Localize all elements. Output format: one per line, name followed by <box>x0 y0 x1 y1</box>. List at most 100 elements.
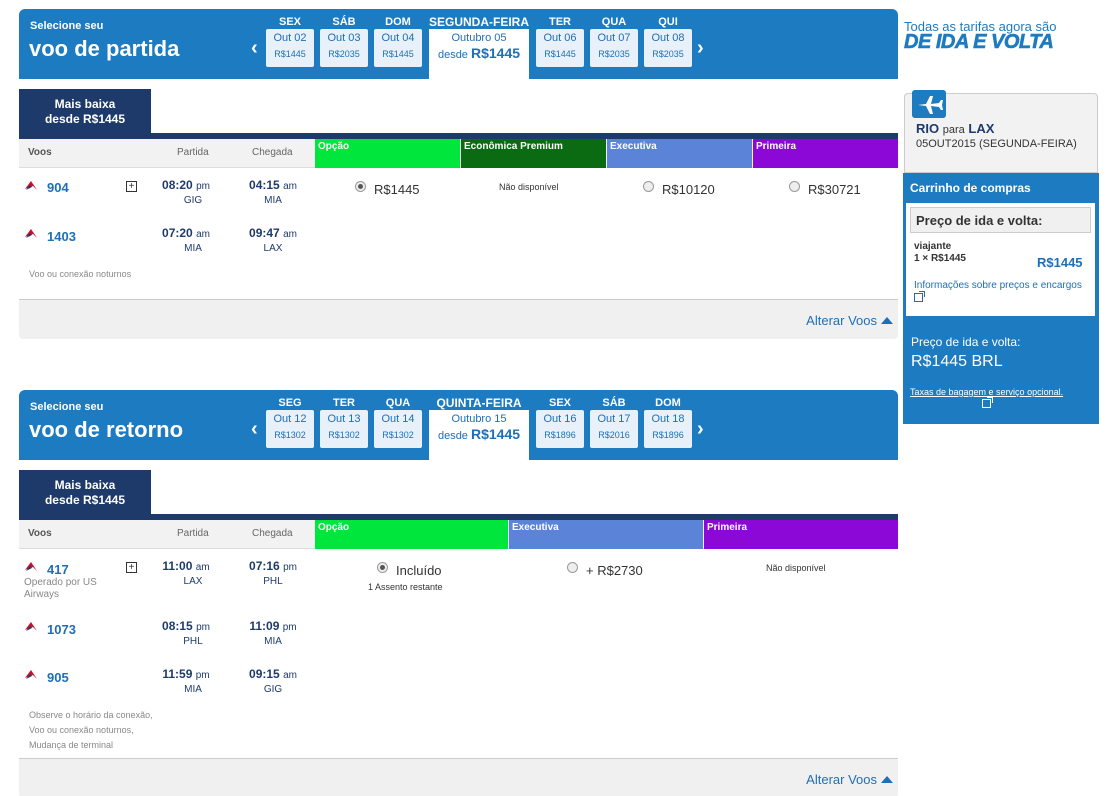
cabin-primeira: Primeira <box>753 139 898 168</box>
aa-logo-icon <box>25 670 37 679</box>
outbound-lowest-tab[interactable]: Mais baixa desde R$1445 <box>19 89 151 133</box>
fare-radio-opcao[interactable] <box>355 181 366 192</box>
outbound-small-title: Selecione seu <box>30 20 104 32</box>
aa-logo-icon <box>25 562 37 571</box>
cabin-opcao: Opção <box>315 139 460 168</box>
arrival-time: 04:15 am <box>233 178 313 192</box>
date-day: Out 04 <box>381 32 415 44</box>
outbound-next-arrow[interactable]: › <box>697 37 704 60</box>
date-day: Out 18 <box>651 413 685 425</box>
cabin-executiva: Executiva <box>607 139 752 168</box>
inbound-date-0[interactable]: SEG Out 12 R$1302 <box>266 396 314 448</box>
traveler-count: 1 × R$1445 <box>914 253 966 264</box>
col-partida: Partida <box>177 528 209 539</box>
fare-radio-primeira[interactable] <box>789 181 800 192</box>
flight-number[interactable]: 1073 <box>47 622 76 637</box>
external-link-icon <box>982 397 994 408</box>
price-info-link[interactable]: Informações sobre preços e encargos <box>914 279 1089 305</box>
route-from: RIO <box>916 121 940 136</box>
outbound-prev-arrow[interactable]: ‹ <box>251 37 258 60</box>
expand-details-icon[interactable]: + <box>126 181 137 192</box>
date-day: Out 13 <box>327 413 361 425</box>
date-day: Out 08 <box>651 32 685 44</box>
date-dow: DOM <box>385 16 411 28</box>
date-dow: SEG <box>278 397 302 409</box>
airplane-icon <box>912 90 946 118</box>
date-dow: SEX <box>548 397 571 409</box>
date-dow: QUA <box>385 397 411 409</box>
outbound-date-3[interactable]: TER Out 06 R$1445 <box>536 15 584 67</box>
dep-time: 11:59 <box>162 667 193 681</box>
departure-time: 08:15 pm <box>146 619 226 633</box>
aa-logo-icon <box>25 622 37 631</box>
outbound-date-0[interactable]: SEX Out 02 R$1445 <box>266 15 314 67</box>
route-to: LAX <box>968 121 995 136</box>
date-price: R$2035 <box>328 49 360 59</box>
route-date: 05OUT2015 (SEGUNDA-FEIRA) <box>916 138 1077 150</box>
cabin-primeira: Primeira <box>704 520 898 549</box>
dep-time: 08:20 <box>162 178 193 192</box>
fare-executiva: + R$2730 <box>586 563 643 578</box>
inbound-date-1[interactable]: TER Out 13 R$1302 <box>320 396 368 448</box>
arr-ampm: pm <box>282 622 297 633</box>
fare-radio-executiva[interactable] <box>643 181 654 192</box>
outbound-table-header: Voos Partida Chegada Opção Econômica Pre… <box>19 139 898 168</box>
outbound-date-5[interactable]: QUI Out 08 R$2035 <box>644 15 692 67</box>
outbound-date-4[interactable]: QUA Out 07 R$2035 <box>590 15 638 67</box>
fare-executiva: R$10120 <box>662 182 715 197</box>
dep-ampm: pm <box>196 181 210 192</box>
inbound-next-arrow[interactable]: › <box>697 418 704 441</box>
traveler-label: viajante <box>914 241 952 252</box>
caret-up-icon <box>881 776 893 783</box>
fare-opcao: Incluído <box>396 563 442 578</box>
inbound-date-2[interactable]: QUA Out 14 R$1302 <box>374 396 422 448</box>
selected-price: R$1445 <box>471 426 521 442</box>
alter-flights-link[interactable]: Alterar Voos <box>806 772 893 787</box>
date-price: R$1445 <box>382 49 414 59</box>
arr-ampm: am <box>283 181 297 192</box>
promo-line2: DE IDA E VOLTA <box>904 31 1054 54</box>
flight-number[interactable]: 1403 <box>47 229 76 244</box>
inbound-selected-date[interactable]: QUINTA-FEIRA Outubro 15 desde R$1445 <box>429 396 529 460</box>
outbound-date-1[interactable]: SÁB Out 03 R$2035 <box>320 15 368 67</box>
date-day: Out 14 <box>381 413 415 425</box>
col-chegada: Chegada <box>252 147 293 158</box>
lowest-line1: Mais baixa <box>54 478 116 492</box>
expand-details-icon[interactable]: + <box>126 562 137 573</box>
flight-number[interactable]: 905 <box>47 670 69 685</box>
operated-by: Operado por US Airways <box>24 577 97 600</box>
col-voos: Voos <box>28 147 52 158</box>
fare-radio-opcao[interactable] <box>377 562 388 573</box>
inbound-table-header: Voos Partida Chegada Opção Executiva Pri… <box>19 520 898 549</box>
inbound-date-4[interactable]: SÁB Out 17 R$2016 <box>590 396 638 448</box>
baggage-fees-link[interactable]: Taxas de bagagem e serviço opcional. <box>910 387 1063 409</box>
dep-ampm: am <box>195 562 210 573</box>
inbound-date-3[interactable]: SEX Out 16 R$1896 <box>536 396 584 448</box>
note-line: Observe o horário da conexão, <box>29 710 153 720</box>
note-line: Voo ou conexão noturnos, <box>29 725 134 735</box>
date-dow: QUA <box>601 16 627 28</box>
flight-number[interactable]: 417 <box>47 562 69 577</box>
inbound-date-5[interactable]: DOM Out 18 R$1896 <box>644 396 692 448</box>
arrival-airport: MIA <box>264 195 282 206</box>
inbound-prev-arrow[interactable]: ‹ <box>251 418 258 441</box>
outbound-date-2[interactable]: DOM Out 04 R$1445 <box>374 15 422 67</box>
alter-label: Alterar Voos <box>806 313 877 328</box>
outbound-selected-date[interactable]: SEGUNDA-FEIRA Outubro 05 desde R$1445 <box>429 15 529 79</box>
inbound-lowest-tab[interactable]: Mais baixa desde R$1445 <box>19 470 151 514</box>
departure-airport: MIA <box>184 243 202 254</box>
date-price: R$2035 <box>598 49 630 59</box>
inbound-title: voo de retorno <box>29 417 184 442</box>
external-link-icon <box>914 291 925 302</box>
cart-subtitle: Preço de ida e volta: <box>910 207 1091 233</box>
departure-time: 11:00 am <box>146 559 226 573</box>
fare-radio-executiva[interactable] <box>567 562 578 573</box>
date-price: R$2035 <box>652 49 684 59</box>
selected-desde: desde <box>437 49 468 61</box>
inbound-small-title: Selecione seu <box>30 401 104 413</box>
col-chegada: Chegada <box>252 528 293 539</box>
flight-number[interactable]: 904 <box>47 180 69 195</box>
alter-flights-link[interactable]: Alterar Voos <box>806 313 893 328</box>
route: RIO para LAX <box>916 121 994 136</box>
traveler-info: viajante 1 × R$1445 <box>914 241 966 265</box>
